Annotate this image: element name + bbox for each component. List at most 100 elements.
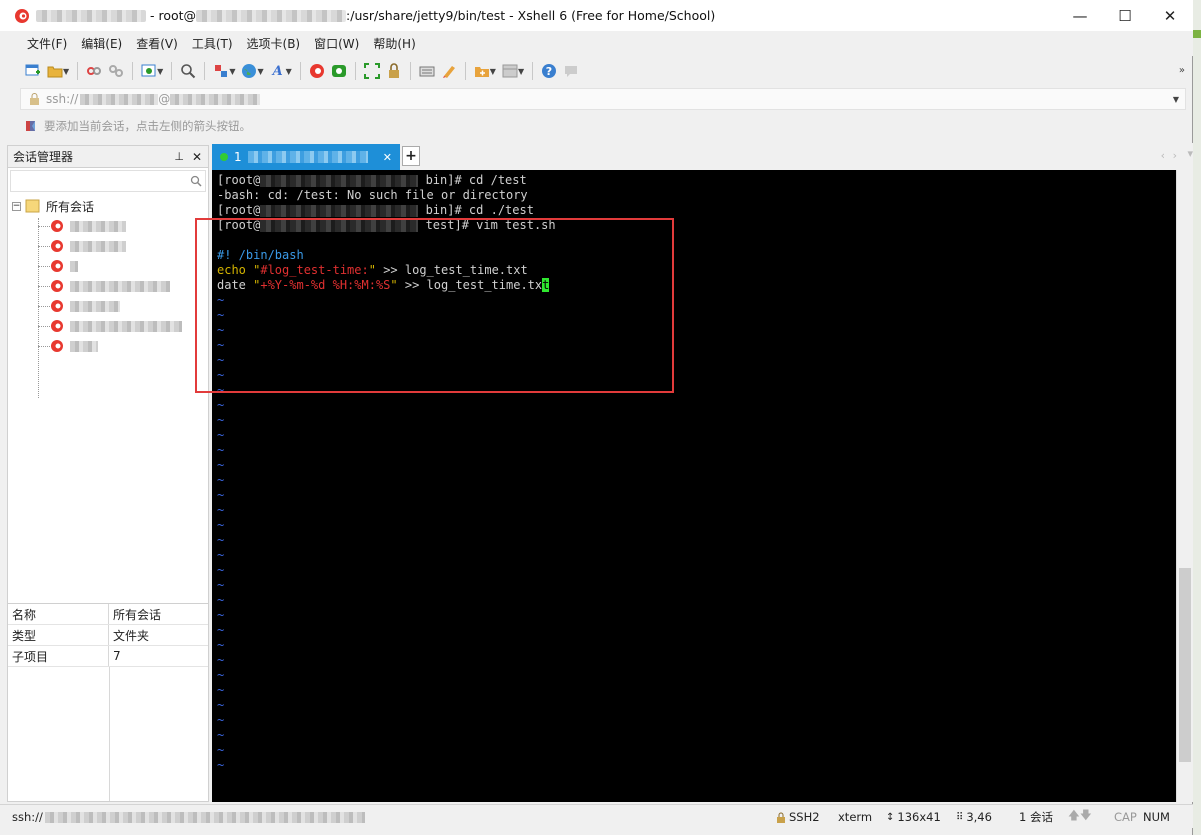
tab-label: 1	[234, 150, 242, 164]
tree-root[interactable]: − 所有会话	[12, 196, 94, 216]
tilde-lines: ~ ~ ~ ~ ~ ~ ~ ~ ~ ~ ~ ~ ~ ~ ~ ~ ~ ~ ~ ~ ~ ~ ~ ~ ~ ~ ~ ~ ~ ~ ~ ~	[217, 293, 1176, 773]
chevron-down-icon[interactable]: ▼	[1173, 95, 1179, 104]
property-row: 子项目 7	[8, 646, 208, 667]
tilde-line: ~	[217, 353, 225, 367]
connected-status-icon	[220, 153, 228, 161]
properties-table: 名称 所有会话 类型 文件夹 子项目 7	[8, 603, 208, 801]
pin-icon[interactable]: ⊥	[174, 150, 184, 163]
menu-tools[interactable]: 工具(T)	[185, 35, 240, 52]
highlight-icon[interactable]	[438, 60, 460, 82]
property-value: 7	[113, 649, 121, 663]
echo-string: #log_test-time:	[260, 263, 369, 277]
chat-icon[interactable]	[560, 60, 582, 82]
lock-icon[interactable]	[383, 60, 405, 82]
resize-icon: ↕	[886, 811, 895, 823]
menu-tabs[interactable]: 选项卡(B)	[240, 35, 308, 52]
toolbar-overflow-icon[interactable]: »	[1179, 65, 1185, 76]
chevron-down-icon[interactable]: ▼	[157, 67, 163, 76]
session-item[interactable]	[38, 316, 182, 336]
address-at: @	[158, 92, 171, 106]
xshell-icon[interactable]	[306, 60, 328, 82]
terminal-line: -bash: cd: /test: No such file or direct…	[217, 188, 528, 202]
bookmark-arrow-icon[interactable]	[24, 120, 38, 132]
toolbar-divider	[171, 62, 173, 80]
address-prefix: ssh://	[46, 92, 79, 106]
chevron-down-icon[interactable]: ▼	[286, 67, 292, 76]
tab-scroll-right-icon[interactable]: ›	[1173, 149, 1177, 162]
redacted-session	[70, 220, 126, 232]
chevron-down-icon[interactable]: ▼	[490, 67, 496, 76]
redacted-session	[70, 260, 78, 272]
redacted-session	[70, 340, 98, 352]
address-bar[interactable]: ssh:// @ ▼	[20, 88, 1186, 110]
redacted-host	[170, 93, 261, 105]
search-icon	[190, 175, 202, 187]
menu-help[interactable]: 帮助(H)	[366, 35, 422, 52]
terminal-scrollbar[interactable]	[1176, 170, 1193, 802]
session-item[interactable]	[38, 256, 78, 276]
session-icon	[51, 220, 63, 232]
terminal[interactable]: [root@ bin]# cd /test -bash: cd: /test: …	[212, 170, 1176, 802]
tilde-line: ~	[217, 743, 225, 757]
close-button[interactable]: ✕	[1147, 0, 1193, 31]
status-size: ↕ 136x41	[886, 810, 941, 824]
disconnect-icon[interactable]	[105, 60, 127, 82]
status-sessions: 1 会话	[1019, 810, 1053, 824]
connect-icon[interactable]	[83, 60, 105, 82]
session-manager-header: 会话管理器 ⊥ ✕	[8, 146, 208, 168]
chevron-down-icon[interactable]: ▼	[257, 67, 263, 76]
search-icon[interactable]	[177, 60, 199, 82]
new-session-icon[interactable]	[22, 60, 44, 82]
collapse-icon[interactable]: −	[12, 201, 21, 211]
title-bar: - root@ :/usr/share/jetty9/bin/test - Xs…	[0, 0, 1193, 31]
redacted-session	[70, 300, 120, 312]
tilde-line: ~	[217, 398, 225, 412]
session-tree: − 所有会话	[8, 194, 208, 614]
menu-window[interactable]: 窗口(W)	[307, 35, 366, 52]
tab-scroll-left-icon[interactable]: ‹	[1161, 149, 1165, 162]
tilde-line: ~	[217, 458, 225, 472]
xftp-icon[interactable]	[328, 60, 350, 82]
hint-text: 要添加当前会话，点击左侧的箭头按钮。	[44, 119, 251, 133]
xshell-window: - root@ :/usr/share/jetty9/bin/test - Xs…	[0, 0, 1193, 835]
tab-bar: 1 ✕ + ‹ › ▾	[212, 143, 1193, 170]
menu-file[interactable]: 文件(F)	[20, 35, 74, 52]
chevron-down-icon[interactable]: ▼	[63, 67, 69, 76]
session-item[interactable]	[38, 216, 126, 236]
tree-root-label: 所有会话	[46, 199, 95, 214]
maximize-button[interactable]: ☐	[1102, 0, 1148, 31]
session-icon	[51, 240, 63, 252]
session-item[interactable]	[38, 236, 126, 256]
help-icon[interactable]: ?	[538, 60, 560, 82]
property-row: 名称 所有会话	[8, 604, 208, 625]
terminal-line: echo "#log_test-time:" >> log_test_time.…	[217, 263, 528, 277]
tilde-line: ~	[217, 623, 225, 637]
session-item[interactable]	[38, 336, 98, 356]
tab-session-1[interactable]: 1 ✕	[212, 144, 400, 170]
cursor: t	[542, 278, 550, 292]
terminal-line: date "+%Y-%m-%d %H:%M:%S" >> log_test_ti…	[217, 278, 550, 292]
fullscreen-icon[interactable]	[361, 60, 383, 82]
close-tab-icon[interactable]: ✕	[383, 151, 392, 164]
chevron-down-icon[interactable]: ▼	[229, 67, 235, 76]
session-search-input[interactable]	[10, 170, 206, 192]
add-tab-button[interactable]: +	[402, 146, 420, 166]
tilde-line: ~	[217, 443, 225, 457]
minimize-button[interactable]: —	[1057, 0, 1103, 31]
toolbar-divider	[132, 62, 134, 80]
tilde-line: ~	[217, 683, 225, 697]
scrollbar-thumb[interactable]	[1179, 568, 1191, 762]
session-item[interactable]	[38, 276, 170, 296]
property-row: 类型 文件夹	[8, 625, 208, 646]
menu-edit[interactable]: 编辑(E)	[74, 35, 129, 52]
tilde-line: ~	[217, 758, 225, 772]
toolbar-divider	[204, 62, 206, 80]
session-item[interactable]	[38, 296, 120, 316]
chevron-down-icon[interactable]: ▼	[518, 67, 524, 76]
session-manager-panel: 会话管理器 ⊥ ✕ − 所有会话 名称 所有会话 类型 文件夹 子项目 7	[7, 145, 209, 802]
cursor-position-icon: ⠿	[956, 811, 964, 823]
menu-view[interactable]: 查看(V)	[129, 35, 185, 52]
keyboard-icon[interactable]	[416, 60, 438, 82]
close-icon[interactable]: ✕	[192, 150, 202, 164]
status-protocol: SSH2	[776, 805, 820, 829]
